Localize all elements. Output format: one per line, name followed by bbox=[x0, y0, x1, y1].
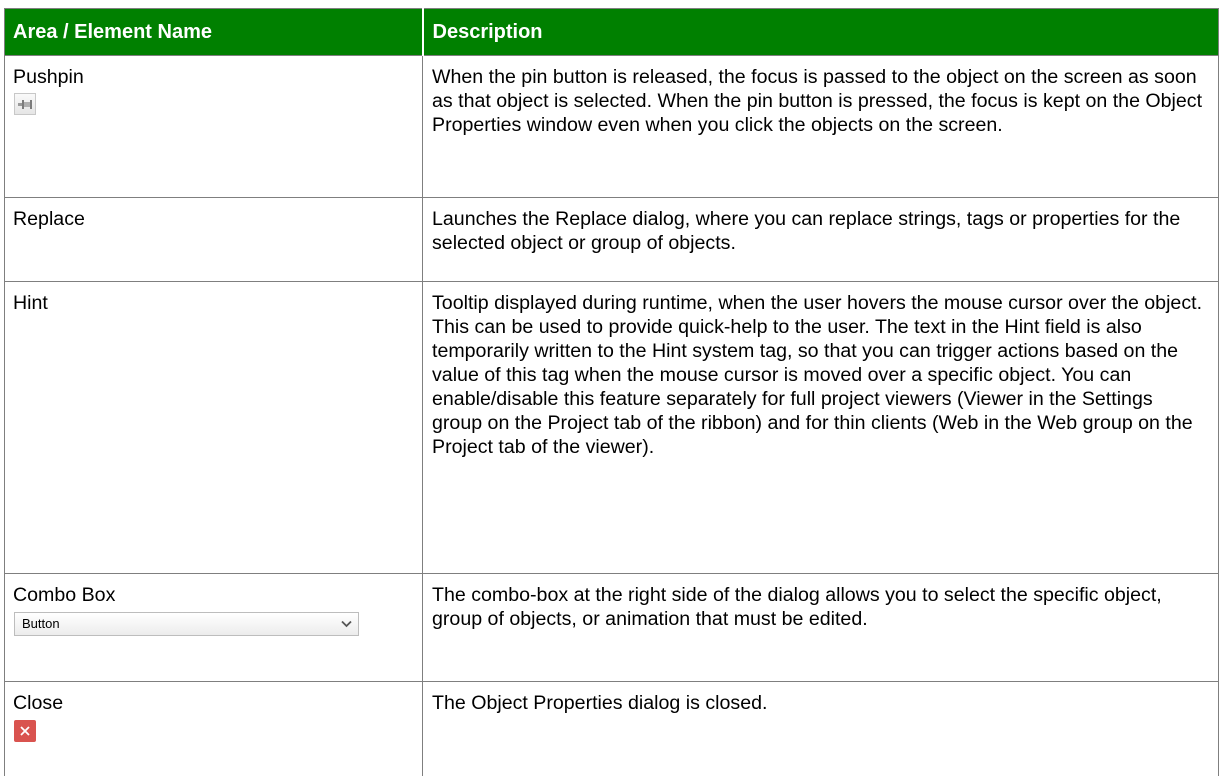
table-row: Replace Launches the Replace dialog, whe… bbox=[5, 198, 1219, 282]
combo-box-value: Button bbox=[22, 616, 60, 632]
element-name-cell: Close bbox=[5, 682, 423, 776]
element-name: Hint bbox=[13, 292, 48, 314]
description-cell: Launches the Replace dialog, where you c… bbox=[423, 198, 1219, 282]
element-name-cell: Combo Box Button bbox=[5, 574, 423, 682]
table-row: Combo Box Button The combo-box at the ri… bbox=[5, 574, 1219, 682]
object-combo-box[interactable]: Button bbox=[14, 612, 359, 636]
table-row: Hint Tooltip displayed during runtime, w… bbox=[5, 282, 1219, 574]
description-cell: The Object Properties dialog is closed. bbox=[423, 682, 1219, 776]
element-name: Replace bbox=[13, 208, 85, 230]
element-name: Combo Box bbox=[13, 584, 115, 606]
description-cell: Tooltip displayed during runtime, when t… bbox=[423, 282, 1219, 574]
header-description: Description bbox=[423, 9, 1219, 56]
close-icon[interactable] bbox=[14, 720, 36, 742]
pushpin-icon[interactable] bbox=[14, 93, 36, 115]
element-name-cell: Hint bbox=[5, 282, 423, 574]
element-name-cell: Replace bbox=[5, 198, 423, 282]
table-row: Close The Object Properties dialog is cl… bbox=[5, 682, 1219, 776]
description-cell: The combo-box at the right side of the d… bbox=[423, 574, 1219, 682]
header-area-element-name: Area / Element Name bbox=[5, 9, 423, 56]
table-header-row: Area / Element Name Description bbox=[5, 9, 1219, 56]
chevron-down-icon bbox=[341, 620, 352, 628]
table-row: Pushpin When the pin button is released,… bbox=[5, 56, 1219, 198]
properties-table: Area / Element Name Description Pushpin … bbox=[4, 8, 1219, 776]
element-name: Pushpin bbox=[13, 66, 84, 88]
description-cell: When the pin button is released, the foc… bbox=[423, 56, 1219, 198]
element-name-cell: Pushpin bbox=[5, 56, 423, 198]
element-name: Close bbox=[13, 692, 63, 714]
